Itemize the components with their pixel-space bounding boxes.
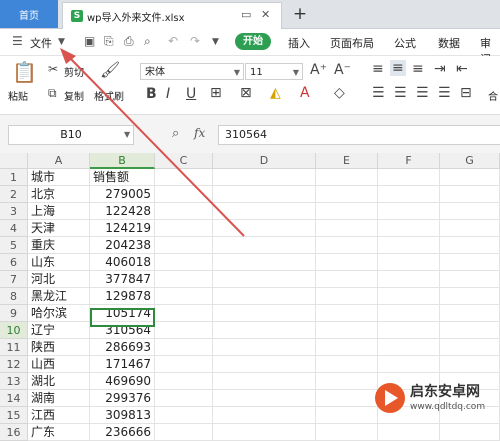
cell-empty[interactable] xyxy=(155,424,213,441)
cell-sales[interactable]: 236666 xyxy=(90,424,155,441)
cell-empty[interactable] xyxy=(213,424,316,441)
cell-city[interactable]: 广东 xyxy=(28,424,90,441)
row-header[interactable]: 16 xyxy=(0,424,28,441)
annotation-arrow xyxy=(60,48,245,237)
cell-empty[interactable] xyxy=(378,424,440,441)
cell-empty[interactable] xyxy=(440,424,500,441)
cell-empty[interactable] xyxy=(316,424,378,441)
